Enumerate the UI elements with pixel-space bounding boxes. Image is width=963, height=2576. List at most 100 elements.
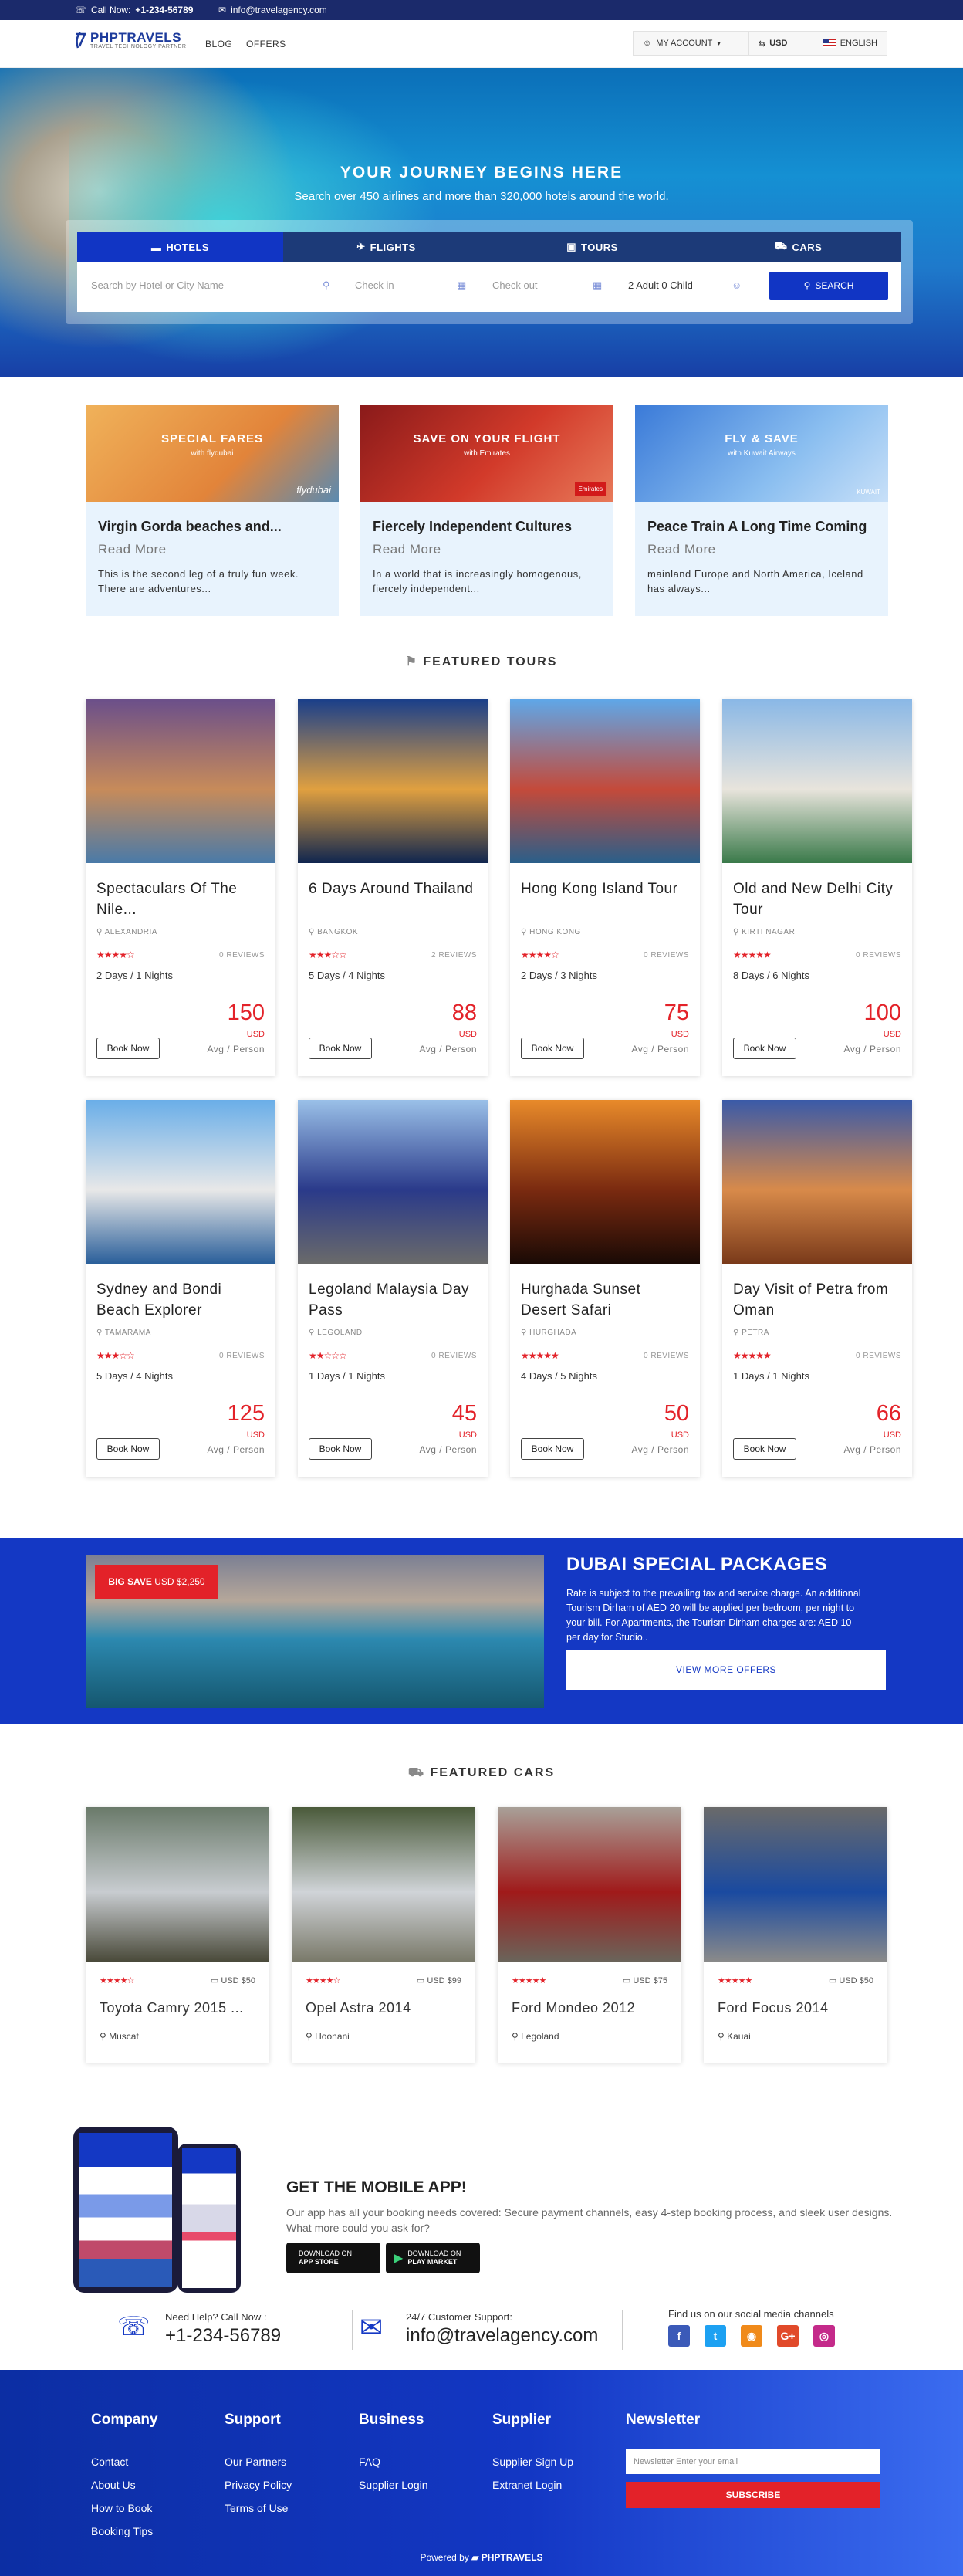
tour-card[interactable]: Spectaculars Of The Nile... ⚲ ALEXANDRIA ★… <box>86 699 275 1076</box>
powered-logo[interactable]: ▰ PHPTRAVELS <box>471 2552 542 2563</box>
book-now-button[interactable]: Book Now <box>309 1038 372 1059</box>
tour-title[interactable]: Sydney and Bondi Beach Explorer <box>96 1279 266 1321</box>
google-plus-icon[interactable]: G+ <box>777 2325 799 2347</box>
checkin-input[interactable]: Check in <box>355 279 394 291</box>
tour-title[interactable]: Hong Kong Island Tour <box>521 878 691 899</box>
car-name[interactable]: Ford Mondeo 2012 <box>512 2000 635 2016</box>
offer-title[interactable]: Virgin Gorda beaches and... <box>98 519 282 535</box>
tab-tours[interactable]: ▣ TOURS <box>489 232 695 262</box>
book-now-button[interactable]: Book Now <box>96 1038 160 1059</box>
book-now-button[interactable]: Book Now <box>521 1038 584 1059</box>
car-card[interactable]: ★★★★☆ ▭ USD $99 Opel Astra 2014 ⚲ Hoonani <box>292 1807 475 2063</box>
tour-title[interactable]: Legoland Malaysia Day Pass <box>309 1279 478 1321</box>
tour-title[interactable]: Old and New Delhi City Tour <box>733 878 903 920</box>
subscribe-button[interactable]: SUBSCRIBE <box>626 2482 880 2508</box>
play-market-button[interactable]: ▶ DOWNLOAD ON PLAY MARKET <box>386 2243 480 2273</box>
footer-link[interactable]: About Us <box>91 2479 136 2491</box>
top-email[interactable]: info@travelagency.com <box>231 5 327 15</box>
book-now-button[interactable]: Book Now <box>521 1438 584 1460</box>
search-button[interactable]: ⚲ SEARCH <box>769 272 888 300</box>
language-selector[interactable]: ENGLISH <box>822 39 877 48</box>
book-now-button[interactable]: Book Now <box>733 1038 796 1059</box>
tour-card[interactable]: 6 Days Around Thailand ⚲ BANGKOK ★★★☆☆ 2 RE… <box>298 699 488 1076</box>
tour-title[interactable]: Spectaculars Of The Nile... <box>96 878 266 920</box>
tour-image[interactable] <box>510 1100 700 1264</box>
facebook-icon[interactable]: f <box>668 2325 690 2347</box>
book-now-button[interactable]: Book Now <box>96 1438 160 1460</box>
offer-title[interactable]: Peace Train A Long Time Coming <box>647 519 867 535</box>
tour-image[interactable] <box>510 699 700 863</box>
tour-card[interactable]: Hong Kong Island Tour ⚲ HONG KONG ★★★★☆ 0 R… <box>510 699 700 1076</box>
tour-image[interactable] <box>86 699 275 863</box>
offer-image: SPECIAL FARES with flydubai flydubai <box>86 405 339 502</box>
offer-card[interactable]: SAVE ON YOUR FLIGHT with Emirates Emirat… <box>360 405 613 616</box>
footer-link[interactable]: Supplier Login <box>359 2479 428 2491</box>
car-card[interactable]: ★★★★★ ▭ USD $75 Ford Mondeo 2012 ⚲ Legoland <box>498 1807 681 2063</box>
footer-link[interactable]: Booking Tips <box>91 2525 153 2537</box>
offer-card[interactable]: SPECIAL FARES with flydubai flydubai Vir… <box>86 405 339 616</box>
tour-image[interactable] <box>86 1100 275 1264</box>
locale-selector[interactable]: ⇆ USD ENGLISH <box>748 31 887 56</box>
top-phone[interactable]: +1-234-56789 <box>135 5 193 15</box>
book-now-button[interactable]: Book Now <box>309 1438 372 1460</box>
newsletter-email-input[interactable]: Newsletter Enter your email <box>626 2449 880 2474</box>
top-email-link[interactable]: ✉ info@travelagency.com <box>218 5 327 15</box>
offer-card[interactable]: FLY & SAVE with Kuwait Airways KUWAIT Pe… <box>635 405 888 616</box>
logo[interactable]: PHPTRAVELS TRAVEL TECHNOLOGY PARTNER <box>73 31 186 49</box>
tab-hotels[interactable]: ▬ HOTELS <box>77 232 283 262</box>
tour-card[interactable]: Hurghada Sunset Desert Safari ⚲ HURGHADA ★… <box>510 1100 700 1477</box>
instagram-icon[interactable]: ◎ <box>813 2325 835 2347</box>
footer-link[interactable]: Our Partners <box>225 2456 286 2468</box>
support-email[interactable]: info@travelagency.com <box>406 2325 598 2347</box>
tour-card[interactable]: Day Visit of Petra from Oman ⚲ PETRA ★★★★★… <box>722 1100 912 1477</box>
car-image[interactable] <box>498 1807 681 1962</box>
footer-link[interactable]: FAQ <box>359 2456 380 2468</box>
footer-link[interactable]: How to Book <box>91 2502 152 2514</box>
car-name[interactable]: Toyota Camry 2015 ... <box>100 2000 244 2016</box>
car-name[interactable]: Opel Astra 2014 <box>306 2000 411 2016</box>
book-now-button[interactable]: Book Now <box>733 1438 796 1460</box>
nav-blog[interactable]: BLOG <box>205 39 232 49</box>
footer-link[interactable]: Supplier Sign Up <box>492 2456 573 2468</box>
my-account-dropdown[interactable]: ☺ MY ACCOUNT ▾ <box>633 31 748 56</box>
car-card[interactable]: ★★★★☆ ▭ USD $50 Toyota Camry 2015 ... ⚲ Mus… <box>86 1807 269 2063</box>
offer-title[interactable]: Fiercely Independent Cultures <box>373 519 572 535</box>
tour-title[interactable]: 6 Days Around Thailand <box>309 878 478 899</box>
view-more-offers-button[interactable]: VIEW MORE OFFERS <box>566 1650 886 1690</box>
footer-link[interactable]: Terms of Use <box>225 2502 288 2514</box>
help-phone[interactable]: +1-234-56789 <box>165 2325 281 2347</box>
call-now[interactable]: ☏ Call Now: +1-234-56789 <box>75 5 193 15</box>
footer-link[interactable]: Privacy Policy <box>225 2479 292 2491</box>
app-store-button[interactable]: DOWNLOAD ON APP STORE <box>286 2243 380 2273</box>
tour-title[interactable]: Hurghada Sunset Desert Safari <box>521 1279 691 1321</box>
car-image[interactable] <box>86 1807 269 1962</box>
hero-banner: YOUR JOURNEY BEGINS HERE Search over 450… <box>0 68 963 377</box>
tour-title[interactable]: Day Visit of Petra from Oman <box>733 1279 903 1321</box>
tour-card[interactable]: Legoland Malaysia Day Pass ⚲ LEGOLAND ★★☆☆… <box>298 1100 488 1477</box>
tour-image[interactable] <box>722 1100 912 1264</box>
tab-flights[interactable]: ✈ FLIGHTS <box>283 232 489 262</box>
read-more-link[interactable]: Read More <box>647 542 716 557</box>
tour-image[interactable] <box>298 1100 488 1264</box>
read-more-link[interactable]: Read More <box>373 542 441 557</box>
car-image[interactable] <box>704 1807 887 1962</box>
tab-cars[interactable]: ⛟ CARS <box>695 232 901 262</box>
destination-input[interactable]: Search by Hotel or City Name <box>91 279 224 291</box>
tour-card[interactable]: Old and New Delhi City Tour ⚲ KIRTI NAGAR… <box>722 699 912 1076</box>
checkout-input[interactable]: Check out <box>492 279 538 291</box>
read-more-link[interactable]: Read More <box>98 542 167 557</box>
footer-link[interactable]: Extranet Login <box>492 2479 562 2491</box>
guests-selector[interactable]: 2 Adult 0 Child <box>628 279 693 291</box>
nav-offers[interactable]: OFFERS <box>246 39 286 49</box>
car-image[interactable] <box>292 1807 475 1962</box>
tour-card[interactable]: Sydney and Bondi Beach Explorer ⚲ TAMARAM… <box>86 1100 275 1477</box>
tour-image[interactable] <box>722 699 912 863</box>
car-card[interactable]: ★★★★★ ▭ USD $50 Ford Focus 2014 ⚲ Kauai <box>704 1807 887 2063</box>
tour-image[interactable] <box>298 699 488 863</box>
currency-selector[interactable]: ⇆ USD <box>759 39 787 49</box>
review-count: 0 REVIEWS <box>219 951 265 960</box>
footer-link[interactable]: Contact <box>91 2456 128 2468</box>
twitter-icon[interactable]: t <box>705 2325 726 2347</box>
rss-icon[interactable]: ◉ <box>741 2325 762 2347</box>
car-name[interactable]: Ford Focus 2014 <box>718 2000 829 2016</box>
